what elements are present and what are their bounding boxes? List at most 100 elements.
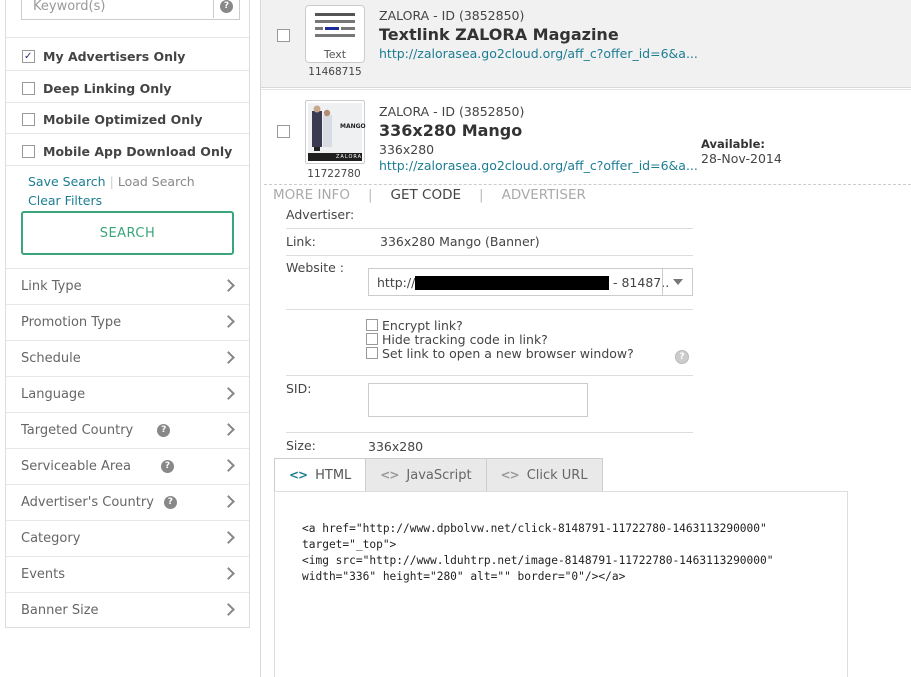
banner-brand-text: MANGO xyxy=(340,123,366,130)
column-divider xyxy=(260,0,261,677)
help-icon[interactable]: ? xyxy=(157,424,171,437)
checkbox-label: Deep Linking Only xyxy=(43,80,172,96)
checkbox-label: My Advertisers Only xyxy=(43,48,186,64)
checkbox-box[interactable] xyxy=(366,347,378,359)
option-new-window[interactable]: Set link to open a new browser window? xyxy=(366,346,634,361)
load-search-link[interactable]: Load Search xyxy=(118,174,195,189)
keyword-input[interactable] xyxy=(22,0,202,18)
tab-more-info[interactable]: MORE INFO xyxy=(273,187,350,203)
code-output-box[interactable]: <a href="http://www.dpbolvw.net/click-81… xyxy=(274,491,848,677)
website-select-suffix: - 81487.. xyxy=(613,275,670,290)
filter-schedule[interactable]: Schedule xyxy=(6,340,249,376)
divider xyxy=(6,70,249,71)
filter-label: Targeted Country xyxy=(21,423,134,438)
text-lines-icon xyxy=(315,13,355,37)
thumb-id: 11468715 xyxy=(308,66,362,78)
help-icon[interactable]: ? xyxy=(160,460,174,473)
chevron-right-icon xyxy=(222,423,235,436)
checkbox-deep-linking[interactable]: Deep Linking Only xyxy=(22,80,172,96)
divider xyxy=(6,102,249,103)
divider xyxy=(286,255,693,256)
chevron-right-icon xyxy=(222,351,235,364)
available-date: 28-Nov-2014 xyxy=(701,151,782,166)
banner-thumbnail: MANGO ZALORA xyxy=(305,100,366,164)
sid-input[interactable] xyxy=(368,383,588,417)
checkbox-box[interactable] xyxy=(22,112,35,126)
tab-separator: | xyxy=(479,187,484,203)
checkbox-box[interactable] xyxy=(366,319,378,331)
option-label: Encrypt link? xyxy=(382,317,463,333)
text-link-thumbnail: Text xyxy=(305,5,365,63)
checkbox-mobile-app-download[interactable]: Mobile App Download Only xyxy=(22,143,232,159)
code-snippet[interactable]: <a href="http://www.dpbolvw.net/click-81… xyxy=(302,521,773,585)
code-tabs: <> HTML <> JavaScript <> Click URL xyxy=(274,458,603,492)
website-select[interactable]: http:// - 81487.. xyxy=(368,268,693,296)
divider xyxy=(286,432,693,433)
tab-advertiser[interactable]: ADVERTISER xyxy=(502,187,586,203)
advertiser-field-label: Advertiser: xyxy=(286,207,355,222)
checkbox-box[interactable] xyxy=(22,49,35,63)
filter-category[interactable]: Category xyxy=(6,520,249,556)
filter-label: Category xyxy=(21,531,81,546)
filter-promotion-type[interactable]: Promotion Type xyxy=(6,304,249,340)
tab-html[interactable]: <> HTML xyxy=(274,458,367,492)
tab-separator: | xyxy=(367,187,373,203)
filter-label: Language xyxy=(21,387,86,402)
divider xyxy=(6,133,249,134)
offer-url[interactable]: http://zaloraseа.go2cloud.org/aff_c?offe… xyxy=(379,46,698,61)
tab-javascript[interactable]: <> JavaScript xyxy=(365,458,487,492)
result-checkbox[interactable] xyxy=(277,29,290,42)
size-field-value: 336x280 xyxy=(368,439,424,454)
offer-url[interactable]: http://zaloraseа.go2cloud.org/aff_c?offe… xyxy=(379,158,698,173)
clear-filters-link[interactable]: Clear Filters xyxy=(28,193,102,208)
search-button[interactable]: SEARCH xyxy=(21,211,234,255)
result-checkbox[interactable] xyxy=(277,125,290,138)
filter-label: Link Type xyxy=(21,279,82,294)
filter-link-type[interactable]: Link Type xyxy=(6,268,249,304)
divider xyxy=(261,89,911,90)
filter-serviceable-area[interactable]: Serviceable Area? xyxy=(6,448,249,484)
filter-events[interactable]: Events xyxy=(6,556,249,592)
advertiser-name: ZALORA - ID (3852850) xyxy=(379,8,525,23)
checkbox-box[interactable] xyxy=(22,144,35,158)
advertiser-name: ZALORA - ID (3852850) xyxy=(379,104,525,119)
divider xyxy=(286,228,693,229)
filter-label: Serviceable Area xyxy=(21,459,131,474)
filter-sidebar: ? My Advertisers Only Deep Linking Only … xyxy=(5,0,250,628)
help-icon[interactable]: ? xyxy=(163,496,177,509)
sid-field-label: SID: xyxy=(286,381,312,396)
checkbox-my-advertisers[interactable]: My Advertisers Only xyxy=(22,48,185,64)
filter-banner-size[interactable]: Banner Size xyxy=(6,592,249,628)
offer-title[interactable]: Textlink ZALORA Magazine xyxy=(379,25,619,44)
checkbox-label: Mobile App Download Only xyxy=(43,143,233,159)
tab-click-url[interactable]: <> Click URL xyxy=(485,458,603,492)
option-hide-tracking[interactable]: Hide tracking code in link? xyxy=(366,332,548,347)
keyword-search-box: ? xyxy=(21,0,240,20)
tab-get-code[interactable]: GET CODE xyxy=(391,187,462,203)
tab-label: Click URL xyxy=(526,467,588,483)
code-icon: <> xyxy=(380,468,399,482)
checkbox-box[interactable] xyxy=(366,333,378,345)
option-encrypt-link[interactable]: Encrypt link? xyxy=(366,317,463,333)
filter-label: Promotion Type xyxy=(21,315,122,330)
chevron-right-icon xyxy=(222,603,235,616)
filter-targeted-country[interactable]: Targeted Country? xyxy=(6,412,249,448)
divider xyxy=(286,375,693,376)
filter-label: Banner Size xyxy=(21,603,99,618)
checkbox-mobile-optimized[interactable]: Mobile Optimized Only xyxy=(22,111,203,127)
filter-label: Events xyxy=(21,567,66,582)
offer-title[interactable]: 336x280 Mango xyxy=(379,121,522,140)
divider xyxy=(6,165,249,166)
pipe-separator: | xyxy=(109,174,114,189)
filter-advertisers-country[interactable]: Advertiser's Country? xyxy=(6,484,249,520)
help-icon[interactable]: ? xyxy=(675,350,689,364)
checkbox-box[interactable] xyxy=(22,81,35,95)
filter-language[interactable]: Language xyxy=(6,376,249,412)
search-links: Save Search | Load Search xyxy=(28,174,195,189)
thumb-text: Text xyxy=(323,48,347,61)
save-search-link[interactable]: Save Search xyxy=(28,174,106,189)
tab-label: HTML xyxy=(315,467,352,483)
dropdown-arrow-icon[interactable] xyxy=(662,269,692,295)
keyword-help-button[interactable]: ? xyxy=(213,0,239,18)
thumb-id: 11722780 xyxy=(307,168,361,180)
